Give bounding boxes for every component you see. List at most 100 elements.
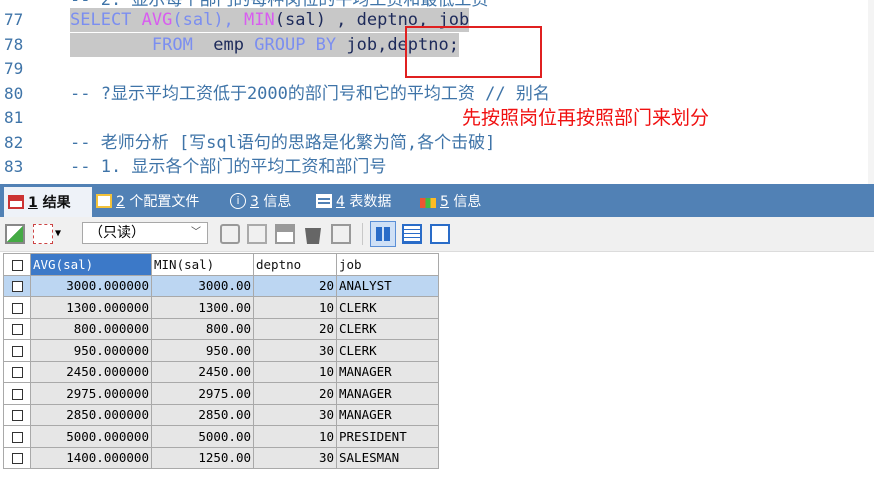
table-cell[interactable]: MANAGER bbox=[336, 403, 439, 426]
tab-profile[interactable]: 2 个配置文件 bbox=[96, 184, 199, 217]
toolbar-separator bbox=[362, 223, 363, 245]
code-text: FROM emp GROUP BY job,deptno; bbox=[70, 32, 459, 57]
editor-line[interactable]: 82 -- 老师分析 [写sql语句的思路是化繁为简,各个击破] bbox=[0, 131, 874, 155]
line-number: 83 bbox=[4, 157, 24, 176]
table-cell[interactable]: CLERK bbox=[336, 296, 439, 319]
table-row[interactable]: 1400.000000 1250.00 30 SALESMAN bbox=[3, 446, 439, 469]
table-cell[interactable]: 5000.00 bbox=[151, 425, 254, 448]
row-checkbox[interactable] bbox=[3, 296, 31, 319]
editor-scrollbar[interactable] bbox=[868, 0, 874, 184]
table-row[interactable]: 1300.000000 1300.00 10 CLERK bbox=[3, 296, 439, 319]
table-cell[interactable]: 30 bbox=[253, 446, 337, 469]
info-colored-icon bbox=[420, 197, 436, 208]
duplicate-row-icon[interactable] bbox=[247, 224, 267, 244]
import-icon[interactable] bbox=[33, 224, 53, 244]
table-cell[interactable]: 1300.000000 bbox=[30, 296, 152, 319]
row-checkbox[interactable] bbox=[3, 317, 31, 340]
table-cell[interactable]: 10 bbox=[253, 360, 337, 383]
save-icon[interactable] bbox=[275, 224, 295, 244]
tab-results[interactable]: 1 结果 bbox=[4, 187, 92, 217]
table-cell[interactable]: 2975.00 bbox=[151, 382, 254, 405]
highlight-box bbox=[405, 26, 542, 78]
table-cell[interactable]: 30 bbox=[253, 403, 337, 426]
column-header[interactable]: AVG(sal) bbox=[30, 253, 152, 276]
table-data-icon bbox=[316, 193, 332, 208]
table-cell[interactable]: 20 bbox=[253, 317, 337, 340]
select-all-checkbox[interactable] bbox=[3, 253, 31, 276]
table-row[interactable]: 2450.000000 2450.00 10 MANAGER bbox=[3, 360, 439, 383]
table-cell[interactable]: 950.00 bbox=[151, 339, 254, 362]
column-header[interactable]: deptno bbox=[253, 253, 337, 276]
delete-icon[interactable] bbox=[305, 228, 321, 244]
row-checkbox[interactable] bbox=[3, 425, 31, 448]
table-cell[interactable]: 10 bbox=[253, 296, 337, 319]
table-cell[interactable]: 1400.000000 bbox=[30, 446, 152, 469]
sql-editor[interactable]: -- 2. 显示每个部门的每种岗位的平均工资和最低工资 77 SELECT AVG… bbox=[0, 0, 874, 184]
table-cell[interactable]: 2975.000000 bbox=[30, 382, 152, 405]
chevron-down-icon: ﹀ bbox=[191, 227, 201, 238]
table-cell[interactable]: 1300.00 bbox=[151, 296, 254, 319]
table-cell[interactable]: CLERK bbox=[336, 317, 439, 340]
line-number: 82 bbox=[4, 132, 24, 152]
table-cell[interactable]: 5000.000000 bbox=[30, 425, 152, 448]
table-row[interactable]: 3000.000000 3000.00 20 ANALYST bbox=[3, 274, 439, 297]
insert-row-icon[interactable] bbox=[220, 224, 240, 244]
table-row[interactable]: 2975.000000 2975.00 20 MANAGER bbox=[3, 382, 439, 405]
table-cell[interactable]: ANALYST bbox=[336, 274, 439, 297]
editor-line[interactable]: 80 -- ?显示平均工资低于2000的部门号和它的平均工资 // 别名 bbox=[0, 82, 874, 106]
tab-info[interactable]: i 3 信息 bbox=[230, 184, 291, 217]
table-cell[interactable]: 3000.00 bbox=[151, 274, 254, 297]
table-cell[interactable]: 30 bbox=[253, 339, 337, 362]
table-row[interactable]: 2850.000000 2850.00 30 MANAGER bbox=[3, 403, 439, 426]
export-icon[interactable] bbox=[5, 224, 25, 244]
code-token: FROM bbox=[70, 34, 214, 55]
table-cell[interactable]: 2850.00 bbox=[151, 403, 254, 426]
table-cell[interactable]: 10 bbox=[253, 425, 337, 448]
table-row[interactable]: 5000.000000 5000.00 10 PRESIDENT bbox=[3, 425, 439, 448]
annotation-text: 先按照岗位再按照部门来划分 bbox=[462, 107, 710, 129]
column-header[interactable]: MIN(sal) bbox=[151, 253, 254, 276]
row-checkbox[interactable] bbox=[3, 360, 31, 383]
text-view-icon[interactable] bbox=[430, 224, 450, 244]
refresh-icon[interactable] bbox=[331, 224, 351, 244]
row-checkbox[interactable] bbox=[3, 274, 31, 297]
table-cell[interactable]: PRESIDENT bbox=[336, 425, 439, 448]
line-number: 79 bbox=[4, 59, 24, 78]
tab-table-data[interactable]: 4 表数据 bbox=[316, 184, 391, 217]
table-cell[interactable]: 800.000000 bbox=[30, 317, 152, 340]
table-cell[interactable]: 1250.00 bbox=[151, 446, 254, 469]
info-icon: i bbox=[230, 192, 246, 209]
table-cell[interactable]: 800.00 bbox=[151, 317, 254, 340]
form-view-icon[interactable] bbox=[402, 224, 422, 244]
table-cell[interactable]: SALESMAN bbox=[336, 446, 439, 469]
editor-line[interactable]: 81 bbox=[0, 106, 874, 130]
table-cell[interactable]: 20 bbox=[253, 382, 337, 405]
code-token: MIN bbox=[244, 10, 275, 30]
code-token: AVG bbox=[141, 10, 173, 30]
code-token: GROUP BY bbox=[254, 34, 347, 55]
table-cell[interactable]: 2850.000000 bbox=[30, 403, 152, 426]
table-cell[interactable]: MANAGER bbox=[336, 382, 439, 405]
tab-info-2[interactable]: 5 信息 bbox=[420, 184, 481, 217]
table-cell[interactable]: 2450.00 bbox=[151, 360, 254, 383]
code-token: -- 1. 显示各个部门的平均工资和部门号 bbox=[70, 157, 387, 177]
result-grid: AVG(sal) MIN(sal) deptno job 3000.000000… bbox=[3, 253, 439, 469]
code-text: -- 老师分析 [写sql语句的思路是化繁为简,各个击破] bbox=[70, 131, 495, 155]
dropdown-arrow-icon[interactable]: ▼ bbox=[55, 224, 67, 244]
row-checkbox[interactable] bbox=[3, 382, 31, 405]
table-cell[interactable]: 950.000000 bbox=[30, 339, 152, 362]
editor-line[interactable]: 83 -- 1. 显示各个部门的平均工资和部门号 bbox=[0, 155, 874, 179]
table-cell[interactable]: MANAGER bbox=[336, 360, 439, 383]
table-cell[interactable]: 3000.000000 bbox=[30, 274, 152, 297]
row-checkbox[interactable] bbox=[3, 339, 31, 362]
grid-view-icon[interactable] bbox=[370, 221, 396, 247]
readonly-select[interactable]: （只读） ﹀ bbox=[82, 222, 208, 244]
table-row[interactable]: 950.000000 950.00 30 CLERK bbox=[3, 339, 439, 362]
column-header[interactable]: job bbox=[336, 253, 439, 276]
row-checkbox[interactable] bbox=[3, 403, 31, 426]
table-row[interactable]: 800.000000 800.00 20 CLERK bbox=[3, 317, 439, 340]
table-cell[interactable]: 20 bbox=[253, 274, 337, 297]
table-cell[interactable]: CLERK bbox=[336, 339, 439, 362]
table-cell[interactable]: 2450.000000 bbox=[30, 360, 152, 383]
row-checkbox[interactable] bbox=[3, 446, 31, 469]
